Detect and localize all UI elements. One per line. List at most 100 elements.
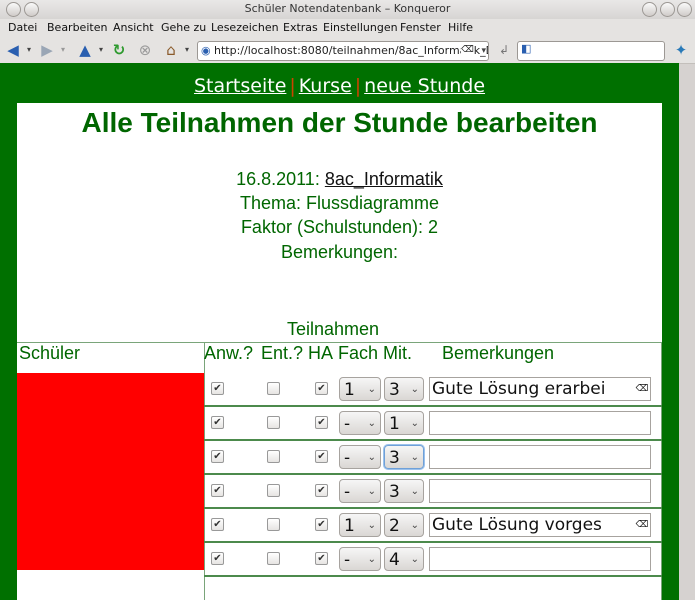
chevron-down-icon: ⌄ bbox=[410, 554, 419, 565]
subject-grade-select[interactable]: 1 ⌄ bbox=[339, 377, 381, 401]
participation-grade-select[interactable]: 3 ⌄ bbox=[384, 479, 424, 503]
window-titlebar: Schüler Notendatenbank – Konqueror bbox=[0, 0, 695, 20]
checkbox-present[interactable]: ✔ bbox=[211, 552, 224, 565]
back-history-chevron-icon[interactable]: ▾ bbox=[20, 41, 38, 59]
up-history-chevron-icon[interactable]: ▾ bbox=[92, 41, 110, 59]
lesson-remarks: Bemerkungen: bbox=[280, 242, 399, 262]
window-title: Schüler Notendatenbank – Konqueror bbox=[244, 2, 451, 15]
home-chevron-icon[interactable]: ▾ bbox=[178, 41, 196, 59]
menu-einstellungen[interactable]: Einstellungen bbox=[323, 21, 398, 34]
maximize-button[interactable] bbox=[660, 2, 675, 17]
stop-icon[interactable]: ⊗ bbox=[136, 41, 154, 59]
table-right-border bbox=[661, 342, 662, 600]
subject-grade-select[interactable]: - ⌄ bbox=[339, 547, 381, 571]
menubar: Datei Bearbeiten Ansicht Gehe zu Lesezei… bbox=[0, 19, 695, 37]
participation-grade-value: 1 bbox=[389, 414, 400, 434]
subject-grade-select[interactable]: - ⌄ bbox=[339, 445, 381, 469]
checkbox-present[interactable]: ✔ bbox=[211, 518, 224, 531]
column-header-present: Anw.? bbox=[204, 343, 254, 363]
checkbox-present[interactable]: ✔ bbox=[211, 484, 224, 497]
menu-fenster[interactable]: Fenster bbox=[400, 21, 441, 34]
subject-grade-select[interactable]: - ⌄ bbox=[339, 411, 381, 435]
participation-grade-value: 3 bbox=[389, 448, 400, 468]
participation-grade-select[interactable]: 3 ⌄ bbox=[384, 377, 424, 401]
subject-grade-value: - bbox=[344, 448, 351, 468]
page-title: Alle Teilnahmen der Stunde bearbeiten bbox=[81, 107, 598, 138]
subject-grade-value: - bbox=[344, 550, 351, 570]
column-header-participation: Mit. bbox=[383, 343, 412, 363]
go-button-icon[interactable]: ↲ bbox=[495, 41, 513, 59]
participation-grade-select[interactable]: 3 ⌄ bbox=[384, 445, 424, 469]
navigation-toolbar: ◀ ▾ ▶ ▾ ▲ ▾ ↻ ⊗ ⌂ ▾ ◉ http://localhost:8… bbox=[0, 37, 695, 64]
clear-text-icon[interactable]: ⌫ bbox=[635, 383, 649, 395]
menu-datei[interactable]: Datei bbox=[8, 21, 37, 34]
checkbox-excused[interactable] bbox=[267, 382, 280, 395]
column-header-remarks: Bemerkungen bbox=[442, 343, 555, 363]
participation-grade-select[interactable]: 2 ⌄ bbox=[384, 513, 424, 537]
checkbox-excused[interactable] bbox=[267, 450, 280, 463]
chevron-down-icon: ⌄ bbox=[410, 486, 419, 497]
close-button[interactable] bbox=[677, 2, 692, 17]
url-input[interactable]: ◉ http://localhost:8080/teilnahmen/8ac_I… bbox=[197, 41, 489, 61]
chevron-down-icon: ⌄ bbox=[367, 452, 376, 463]
chevron-down-icon: ⌄ bbox=[367, 554, 376, 565]
checkbox-present[interactable]: ✔ bbox=[211, 416, 224, 429]
checkbox-excused[interactable] bbox=[267, 416, 280, 429]
remark-input[interactable]: Gute Lösung erarbei ⌫ bbox=[429, 377, 651, 401]
checkbox-excused[interactable] bbox=[267, 518, 280, 531]
chevron-down-icon: ⌄ bbox=[367, 384, 376, 395]
chevron-down-icon: ⌄ bbox=[410, 418, 419, 429]
participation-grade-select[interactable]: 4 ⌄ bbox=[384, 547, 424, 571]
checkbox-homework[interactable]: ✔ bbox=[315, 416, 328, 429]
checkbox-homework[interactable]: ✔ bbox=[315, 450, 328, 463]
startseite-link[interactable]: Startseite bbox=[194, 75, 286, 97]
search-engine-icon[interactable]: ◧ bbox=[521, 42, 531, 55]
checkbox-excused[interactable] bbox=[267, 484, 280, 497]
top-navigation: Startseite | Kurse | neue Stunde bbox=[193, 75, 486, 97]
menu-lesezeichen[interactable]: Lesezeichen bbox=[211, 21, 279, 34]
participation-grade-value: 2 bbox=[389, 516, 400, 536]
lesson-factor: Faktor (Schulstunden): 2 bbox=[240, 217, 439, 237]
chevron-down-icon: ⌄ bbox=[410, 520, 419, 531]
column-header-homework: HA bbox=[308, 343, 334, 363]
menu-bearbeiten[interactable]: Bearbeiten bbox=[47, 21, 107, 34]
forward-history-chevron-icon[interactable]: ▾ bbox=[54, 41, 72, 59]
subject-grade-select[interactable]: - ⌄ bbox=[339, 479, 381, 503]
course-link[interactable]: 8ac_Informatik bbox=[325, 169, 443, 189]
web-page: Startseite | Kurse | neue Stunde Alle Teilna… bbox=[0, 63, 679, 600]
web-search-input[interactable]: ◧ bbox=[517, 41, 665, 61]
chevron-down-icon: ⌄ bbox=[410, 384, 419, 395]
checkbox-homework[interactable]: ✔ bbox=[315, 518, 328, 531]
checkbox-homework[interactable]: ✔ bbox=[315, 382, 328, 395]
clear-url-icon[interactable]: ⌫ bbox=[461, 44, 474, 56]
menu-gehe-zu[interactable]: Gehe zu bbox=[161, 21, 206, 34]
konqueror-logo-icon: ✦ bbox=[674, 41, 688, 59]
subject-grade-select[interactable]: 1 ⌄ bbox=[339, 513, 381, 537]
remark-input[interactable] bbox=[429, 547, 651, 571]
kurse-link[interactable]: Kurse bbox=[299, 75, 352, 97]
menu-extras[interactable]: Extras bbox=[283, 21, 318, 34]
remark-input[interactable] bbox=[429, 411, 651, 435]
menu-ansicht[interactable]: Ansicht bbox=[113, 21, 154, 34]
subject-grade-value: - bbox=[344, 482, 351, 502]
checkbox-homework[interactable]: ✔ bbox=[315, 552, 328, 565]
chevron-down-icon: ⌄ bbox=[410, 452, 419, 463]
checkbox-homework[interactable]: ✔ bbox=[315, 484, 328, 497]
table-column-divider bbox=[204, 342, 205, 600]
chevron-down-icon: ⌄ bbox=[367, 486, 376, 497]
url-dropdown-icon[interactable]: ▾ bbox=[481, 42, 486, 60]
menu-hilfe[interactable]: Hilfe bbox=[448, 21, 473, 34]
reload-icon[interactable]: ↻ bbox=[110, 41, 128, 59]
table-row-divider bbox=[204, 439, 662, 441]
minimize-button[interactable] bbox=[642, 2, 657, 17]
participation-grade-select[interactable]: 1 ⌄ bbox=[384, 411, 424, 435]
remark-input[interactable] bbox=[429, 445, 651, 469]
clear-text-icon[interactable]: ⌫ bbox=[635, 519, 649, 531]
subject-grade-value: 1 bbox=[344, 516, 355, 536]
remark-input[interactable]: Gute Lösung vorges ⌫ bbox=[429, 513, 651, 537]
checkbox-present[interactable]: ✔ bbox=[211, 382, 224, 395]
remark-input[interactable] bbox=[429, 479, 651, 503]
neue-stunde-link[interactable]: neue Stunde bbox=[364, 75, 485, 97]
checkbox-present[interactable]: ✔ bbox=[211, 450, 224, 463]
checkbox-excused[interactable] bbox=[267, 552, 280, 565]
